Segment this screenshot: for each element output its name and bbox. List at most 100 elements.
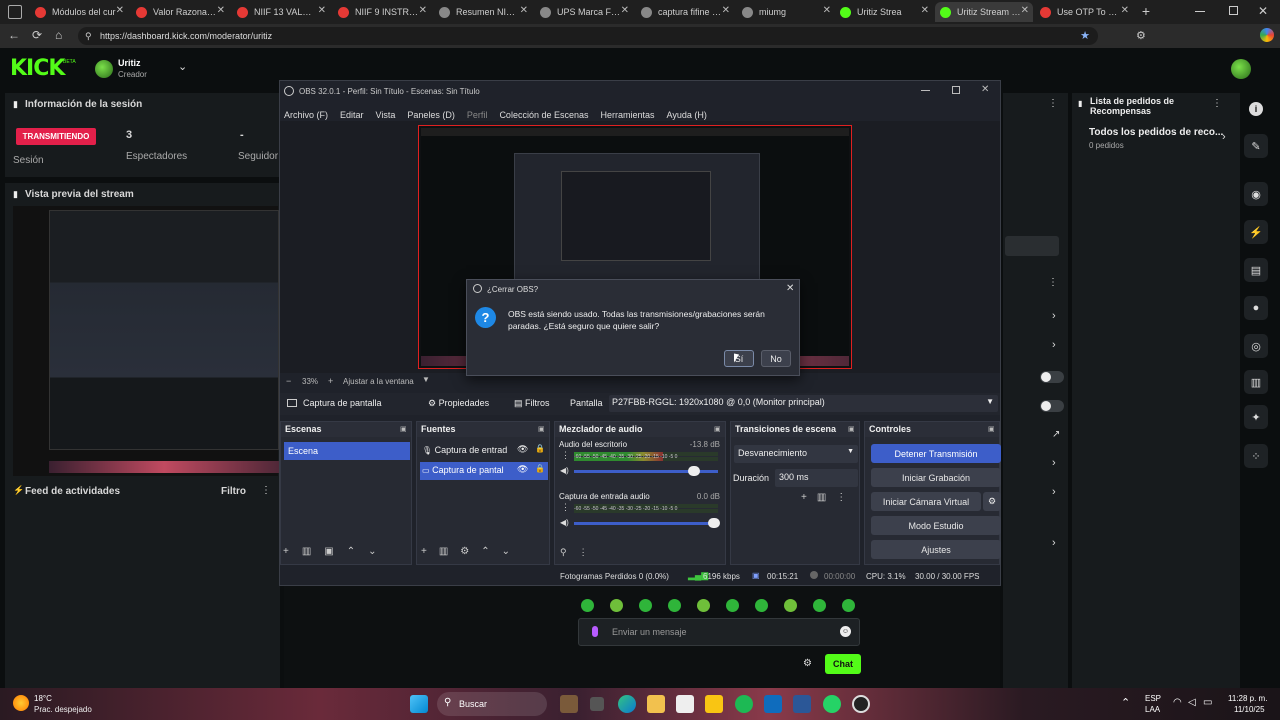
obs-menu-item[interactable]: Vista	[376, 110, 396, 120]
top-right-avatar[interactable]	[1231, 59, 1251, 79]
lock-icon[interactable]: 🔒	[535, 444, 545, 453]
chart-icon[interactable]: ↗	[1052, 429, 1060, 440]
tab-close-icon[interactable]: ✕	[520, 5, 528, 16]
settings-button[interactable]: Ajustes	[871, 540, 1001, 559]
broadcast-icon[interactable]: ◎	[1244, 334, 1268, 358]
chevron-up-icon[interactable]: ⌃	[1121, 696, 1130, 709]
extensions-icon[interactable]: ⚙	[1136, 29, 1146, 42]
profile-icon[interactable]	[1260, 28, 1274, 42]
more-icon[interactable]: ⋮	[579, 547, 600, 557]
source-item-selected[interactable]: ▭ Captura de pantal 👁 🔒	[420, 462, 548, 480]
chevron-right-icon[interactable]: ›	[1052, 310, 1056, 322]
gear-icon[interactable]: ⚙	[460, 546, 481, 557]
volume-icon[interactable]: ◀)	[560, 466, 569, 475]
more-icon[interactable]: ⋮	[1048, 277, 1058, 288]
task-view-icon[interactable]	[590, 697, 604, 711]
yes-button[interactable]: Sí	[724, 350, 754, 367]
file-explorer-icon[interactable]	[647, 695, 665, 713]
chat-input[interactable]: Enviar un mensaje ☺	[578, 618, 860, 646]
volume-slider[interactable]	[574, 522, 718, 525]
gear-icon[interactable]: ⚙	[983, 492, 1001, 511]
dialog-close-icon[interactable]: ✕	[786, 283, 794, 294]
emote-icon[interactable]	[697, 599, 710, 612]
no-button[interactable]: No	[761, 350, 791, 367]
tab-close-icon[interactable]: ✕	[116, 5, 124, 16]
browser-tab[interactable]: Resumen NIC 12 ✕	[434, 2, 532, 22]
browser-tab[interactable]: miumg ✕	[737, 2, 835, 22]
browser-tab[interactable]: Valor Razonable ✕	[131, 2, 229, 22]
chat-send-button[interactable]: Chat	[825, 654, 861, 674]
minimize-window-icon[interactable]	[1195, 11, 1205, 12]
zoom-in-icon[interactable]: +	[328, 376, 333, 386]
trash-icon[interactable]: ▥	[817, 492, 836, 503]
camera-icon[interactable]: ◉	[1244, 182, 1268, 206]
browser-tab[interactable]: Uritiz Strea ✕	[835, 2, 933, 22]
chevron-right-icon[interactable]: ›	[1052, 486, 1056, 498]
edit-icon[interactable]: ✎	[1244, 134, 1268, 158]
browser-tab[interactable]: UPS Marca Fora ✕	[535, 2, 633, 22]
browser-tab[interactable]: captura fifine gu ✕	[636, 2, 734, 22]
sticky-notes-icon[interactable]	[705, 695, 723, 713]
studio-mode-button[interactable]: Modo Estudio	[871, 516, 1001, 535]
chat-icon[interactable]: ●	[1244, 296, 1268, 320]
kick-logo[interactable]: KICK	[10, 56, 65, 81]
volume-slider-handle[interactable]	[708, 518, 720, 528]
stream-preview-video[interactable]	[13, 206, 279, 476]
obs-minimize-icon[interactable]	[921, 90, 930, 91]
emote-icon[interactable]	[639, 599, 652, 612]
more-icon[interactable]: ⋮	[561, 502, 570, 513]
chevron-right-icon[interactable]: ›	[1222, 131, 1226, 143]
filter-icon[interactable]: ▣	[324, 546, 346, 557]
list-icon[interactable]: ▤	[1244, 258, 1268, 282]
emote-icon[interactable]	[813, 599, 826, 612]
tab-close-icon[interactable]: ✕	[921, 5, 929, 16]
eye-icon[interactable]: 👁	[517, 444, 528, 455]
obs-menu-item[interactable]: Ayuda (H)	[667, 110, 707, 120]
obs-taskbar-icon[interactable]	[852, 695, 870, 713]
filter-button[interactable]: Filtro	[221, 486, 246, 497]
obs-menu-item[interactable]: Herramientas	[601, 110, 655, 120]
lightning-icon[interactable]: ⚡	[1244, 220, 1268, 244]
taskbar-search[interactable]: ⚲ Buscar	[437, 692, 547, 716]
maximize-window-icon[interactable]	[1229, 6, 1238, 15]
link-icon[interactable]: ⚲	[560, 547, 579, 557]
chevron-right-icon[interactable]: ›	[1052, 457, 1056, 469]
avatar[interactable]	[95, 60, 113, 78]
obs-menu-item[interactable]: Archivo (F)	[284, 110, 328, 120]
emote-icon[interactable]	[842, 599, 855, 612]
tab-close-icon[interactable]: ✕	[318, 5, 326, 16]
down-icon[interactable]: ⌄	[502, 546, 522, 557]
browser-tab[interactable]: Use OTP To Proc ✕	[1035, 2, 1133, 22]
widgets-icon[interactable]	[560, 695, 578, 713]
down-icon[interactable]: ⌄	[368, 546, 389, 557]
language[interactable]: ESP	[1145, 694, 1161, 703]
obs-menu-item[interactable]: Perfil	[467, 110, 488, 120]
transition-select[interactable]: Desvanecimiento ▼	[734, 445, 858, 463]
chevron-down-icon[interactable]: ⌄	[178, 60, 187, 73]
dock-popout-icon[interactable]: ▣	[848, 425, 855, 433]
outlook-icon[interactable]	[764, 695, 782, 713]
tab-close-icon[interactable]: ✕	[419, 5, 427, 16]
add-icon[interactable]: +	[283, 546, 302, 557]
obs-maximize-icon[interactable]	[952, 86, 960, 94]
browser-tab[interactable]: Módulos del cur ✕	[30, 2, 128, 22]
more-icon[interactable]: ⋮	[561, 450, 570, 461]
site-info-icon[interactable]: ⚲	[85, 27, 92, 45]
obs-close-icon[interactable]: ✕	[981, 84, 989, 95]
obs-menu-item[interactable]: Editar	[340, 110, 364, 120]
whatsapp-icon[interactable]	[823, 695, 841, 713]
tab-close-icon[interactable]: ✕	[217, 5, 225, 16]
fit-to-window[interactable]: Ajustar a la ventana	[343, 377, 414, 386]
word-icon[interactable]	[793, 695, 811, 713]
tab-close-icon[interactable]: ✕	[621, 5, 629, 16]
add-icon[interactable]: +	[801, 492, 817, 503]
clock-time[interactable]: 11:28 p. m.	[1228, 694, 1267, 703]
more-icon[interactable]: ⋮	[261, 485, 271, 496]
wrench-icon[interactable]: ✦	[1244, 405, 1268, 429]
tab-close-icon[interactable]: ✕	[1021, 5, 1029, 16]
rewards-item[interactable]: Todos los pedidos de reco...	[1089, 127, 1223, 138]
close-window-icon[interactable]: ✕	[1258, 4, 1268, 18]
tab-list-icon[interactable]	[8, 5, 22, 19]
stop-streaming-button[interactable]: Detener Transmisión	[871, 444, 1001, 463]
properties-button[interactable]: ⚙ Propiedades	[428, 398, 489, 409]
